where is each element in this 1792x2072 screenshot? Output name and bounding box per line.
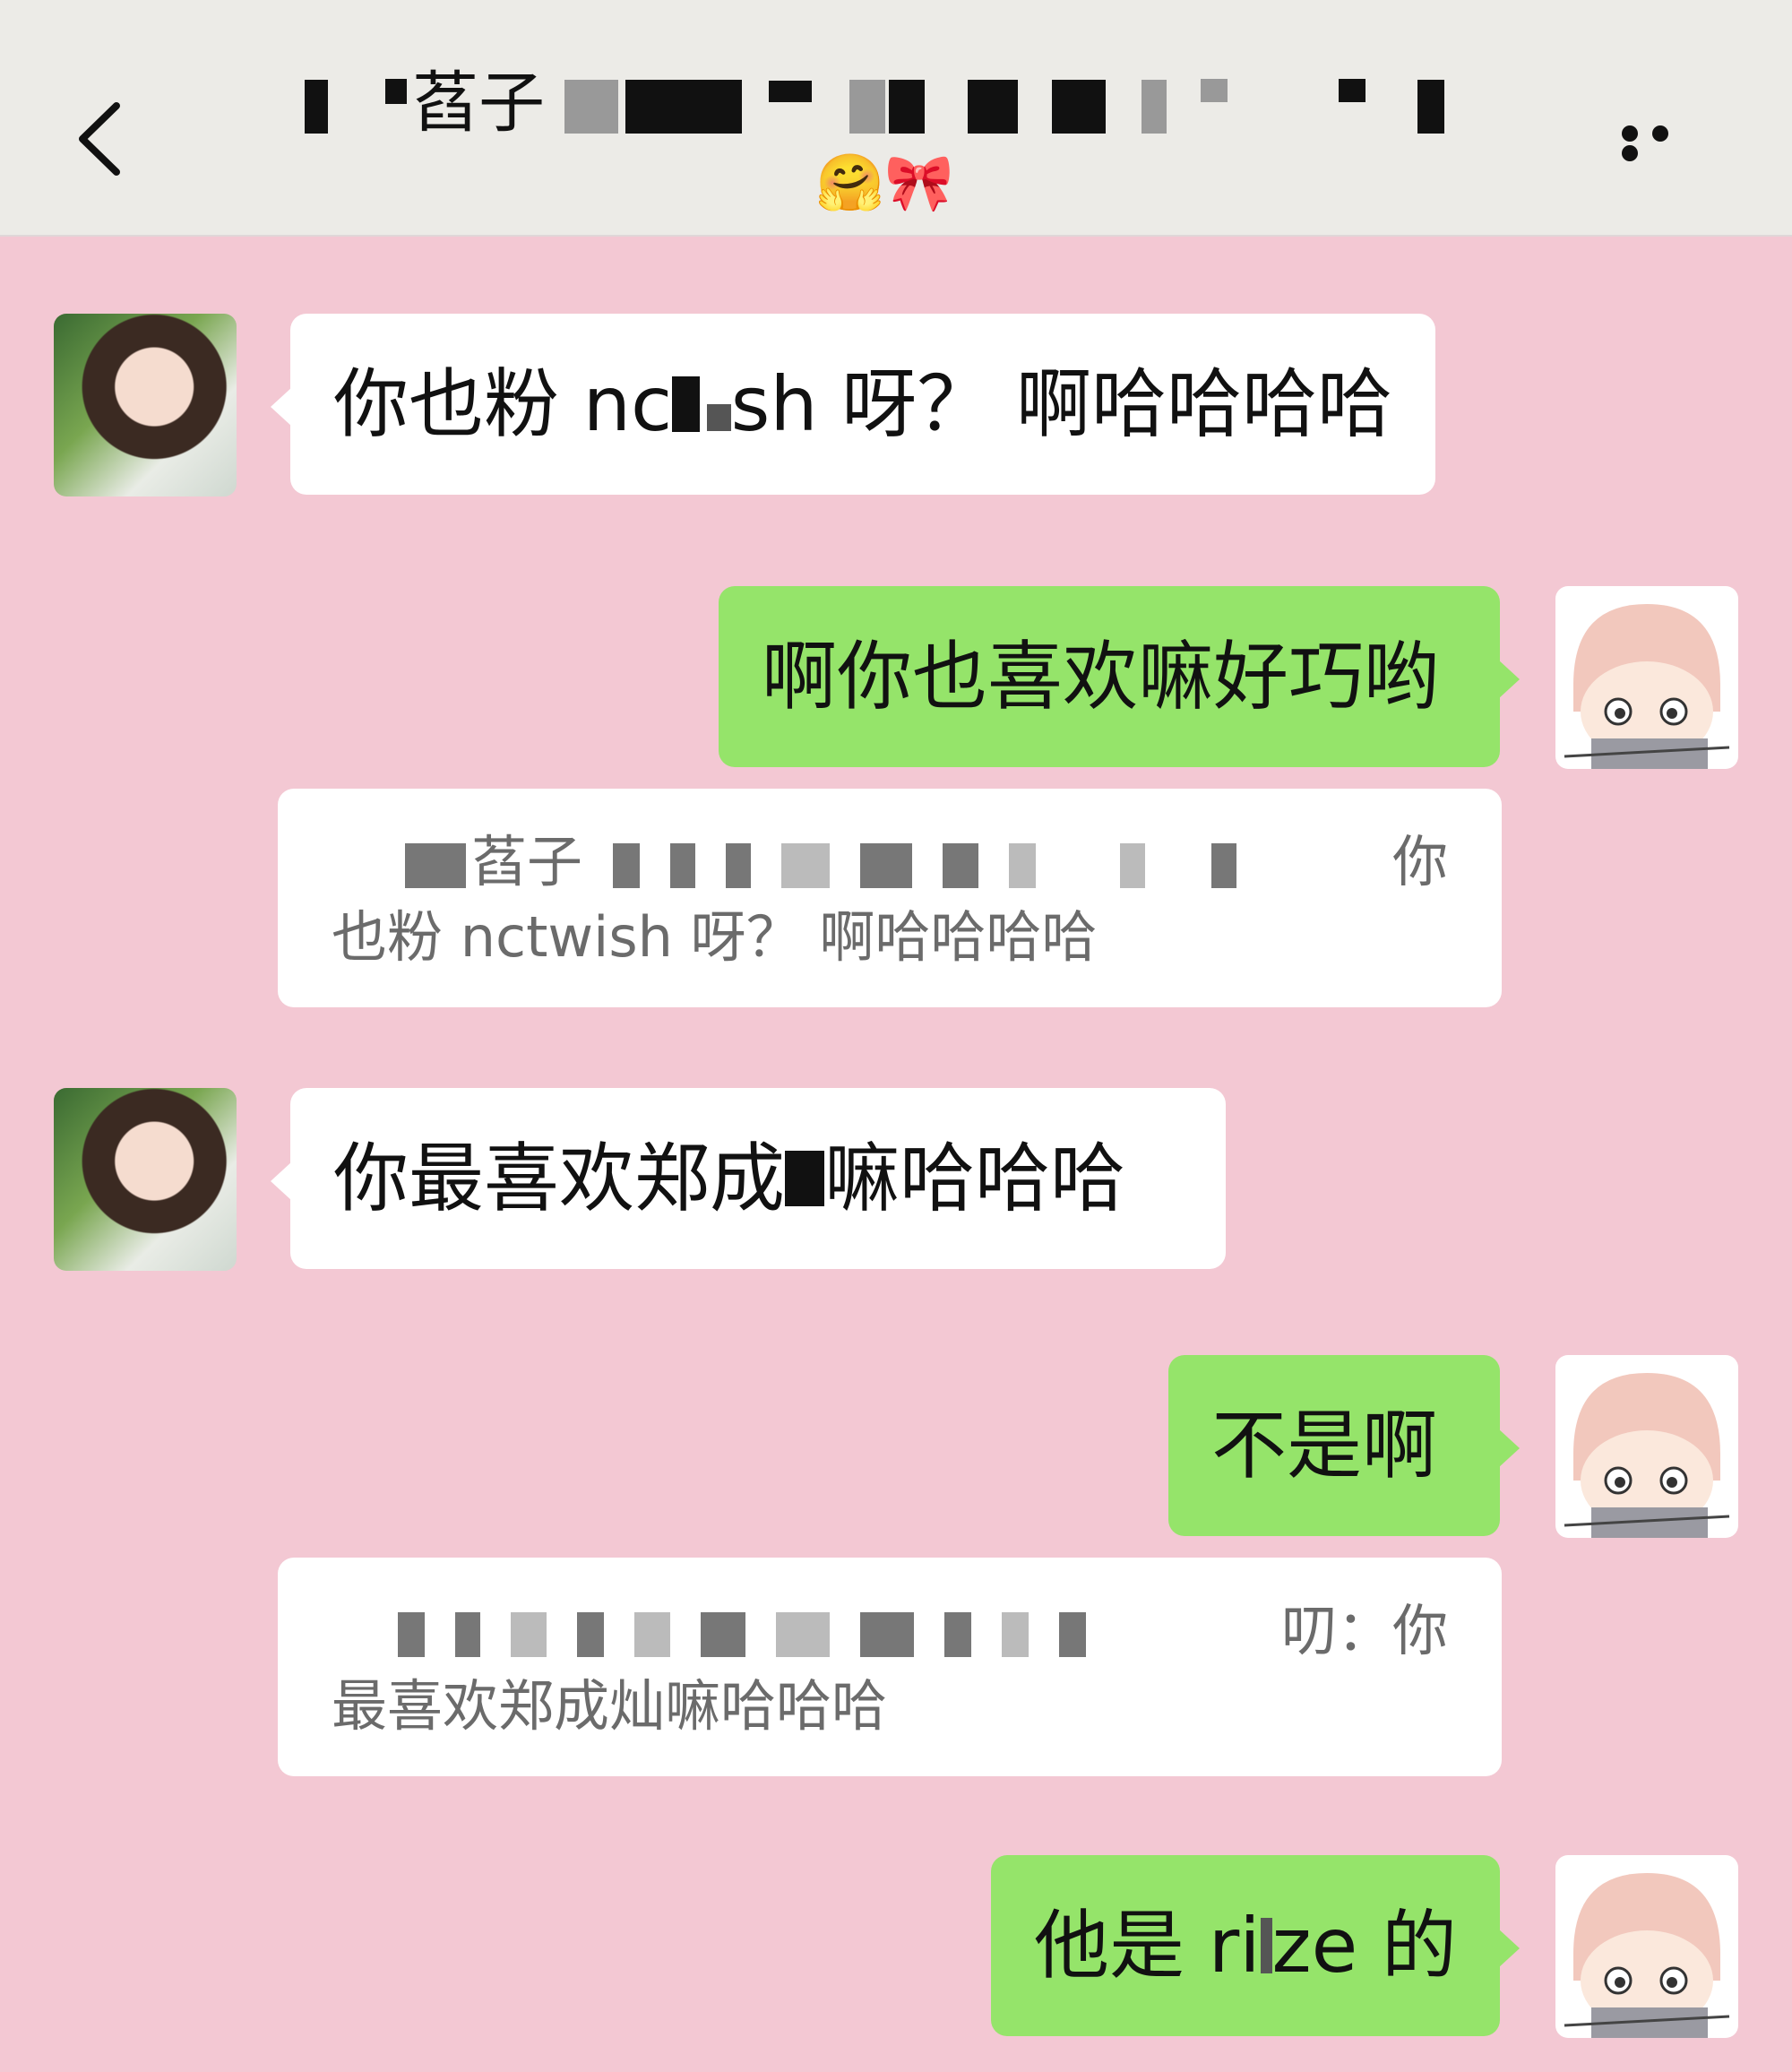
cartoon-boy-avatar-icon (1564, 1873, 1730, 2038)
my-avatar[interactable] (1555, 586, 1738, 769)
quoted-text: 也粉 nctwish 呀？ 啊哈哈哈哈 (332, 904, 1098, 970)
chevron-left-icon (79, 102, 120, 176)
quoted-text: 最喜欢郑成灿嘛哈哈哈 (332, 1673, 888, 1739)
message-bubble-outgoing[interactable]: 他是 ri ze 的 (991, 1855, 1520, 2036)
chat-subtitle-emojis: 🤗🎀 (815, 150, 954, 215)
more-dots-icon (1622, 125, 1638, 142)
chat-title-text: 萏子 (412, 65, 545, 142)
more-button[interactable] (1622, 125, 1711, 161)
cartoon-boy-avatar-icon (1564, 604, 1730, 769)
message-text: 你也粉 nc (333, 360, 673, 448)
back-button[interactable] (70, 99, 133, 179)
message-bubble-outgoing[interactable]: 啊你也喜欢嘛好巧哟 (719, 586, 1520, 767)
message-text: 啊你也喜欢嘛好巧哟 (762, 633, 1440, 721)
message-text: ze 的 (1271, 1902, 1457, 1990)
message-text: 嘛哈哈哈 (824, 1135, 1126, 1222)
message-bubble-incoming[interactable]: 你最喜欢郑成 嘛哈哈哈 (271, 1088, 1226, 1269)
message-bubble-incoming[interactable]: 你也粉 nc sh 呀？ 啊哈哈哈哈 (271, 314, 1435, 495)
cartoon-boy-avatar-icon (1564, 1373, 1730, 1538)
message-text: 你最喜欢郑成 (333, 1135, 786, 1222)
message-text: 他是 ri (1034, 1902, 1261, 1990)
my-avatar[interactable] (1555, 1855, 1738, 2038)
my-avatar[interactable] (1555, 1355, 1738, 1538)
message-bubble-outgoing[interactable]: 不是啊 (1168, 1355, 1520, 1536)
quoted-text: 叨：你 (1280, 1598, 1448, 1663)
chat-title: 萏子 (305, 63, 1505, 143)
message-text: sh 呀？ 啊哈哈哈哈 (730, 360, 1392, 448)
message-text: 不是啊 (1211, 1402, 1438, 1489)
more-dots-icon (1622, 145, 1638, 161)
more-dots-icon (1652, 125, 1668, 142)
contact-avatar[interactable] (54, 1088, 237, 1271)
quoted-message[interactable]: 萏子 你 也粉 nctwish 呀？ 啊哈哈哈哈 (278, 789, 1502, 1007)
quoted-text: 你 (1391, 829, 1448, 894)
quoted-sender-text: 萏子 (471, 829, 583, 894)
contact-avatar[interactable] (54, 314, 237, 496)
quoted-message[interactable]: 叨：你 最喜欢郑成灿嘛哈哈哈 (278, 1558, 1502, 1776)
chat-header: 萏子 🤗🎀 (0, 0, 1792, 237)
